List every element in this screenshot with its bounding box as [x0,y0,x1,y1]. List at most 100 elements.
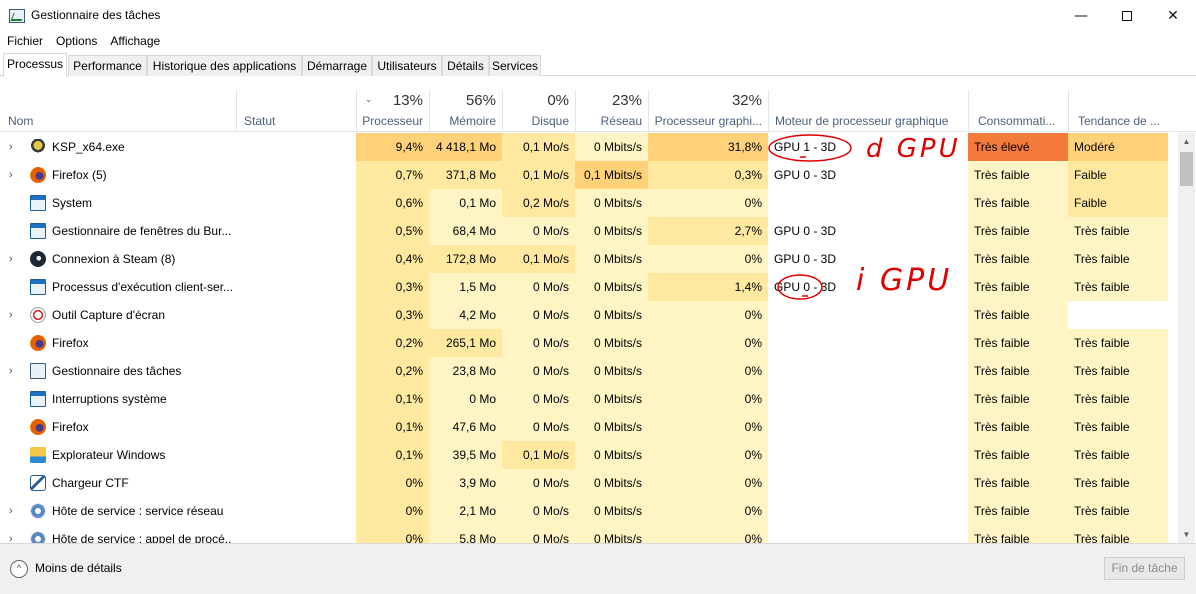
vertical-scrollbar[interactable]: ▲ ▼ [1178,133,1195,543]
cell-disk: 0 Mo/s [502,301,575,329]
scroll-down-icon[interactable]: ▼ [1178,526,1195,543]
minimize-button[interactable]: — [1058,0,1104,31]
column-header-gpu-engine[interactable]: Moteur de processeur graphique [768,90,968,132]
cell-gpu: 0% [648,357,768,385]
cell-gpu: 1,4% [648,273,768,301]
cell-cpu: 0,2% [356,329,429,357]
table-row[interactable]: Processus d'exécution client-ser... 0,3% 1… [0,273,1178,301]
process-name: Outil Capture d'écran [52,308,166,322]
cell-network: 0 Mbits/s [575,189,648,217]
process-name: Hôte de service : appel de procé... [52,532,232,543]
process-name: Gestionnaire de fenêtres du Bur... [52,224,232,238]
cell-gpu-engine [768,329,968,357]
tab-processus[interactable]: Processus [3,53,67,77]
cell-gpu-engine: GPU 0 - 3D [774,168,837,182]
gpu-total-percent: 32% [731,92,762,109]
menu-affichage[interactable]: Affichage [103,31,166,51]
cell-gpu-engine [768,357,968,385]
column-header-power-trend[interactable]: Tendance de ... [1068,90,1168,132]
table-row[interactable]: Firefox 0,2% 265,1 Mo 0 Mo/s 0 Mbits/s 0% Très… [0,329,1178,357]
table-row[interactable]: › KSP_x64.exe 9,4% 4 418,1 Mo 0,1 Mo/s 0 Mbit… [0,133,1178,161]
cell-power: Très faible [968,245,1068,273]
maximize-button[interactable] [1104,0,1150,31]
column-header-row: Nom Statut ⌄ 13% Processeur 56% Mémoire … [0,76,1196,132]
cell-memory: 5,8 Mo [429,525,502,543]
tab-services[interactable]: Services [489,55,541,76]
menu-options[interactable]: Options [49,31,103,51]
table-row[interactable]: › Connexion à Steam (8) 0,4% 172,8 Mo 0,1 Mo… [0,245,1178,273]
cell-disk: 0 Mo/s [502,413,575,441]
cell-network: 0 Mbits/s [575,329,648,357]
column-header-name[interactable]: Nom [0,90,236,132]
cell-gpu-engine [768,301,968,329]
ksp-icon [30,139,46,155]
cell-gpu: 0% [648,301,768,329]
cell-gpu-engine [768,525,968,543]
cell-memory: 39,5 Mo [429,441,502,469]
table-row[interactable]: Gestionnaire de fenêtres du Bur... 0,5% 68… [0,217,1178,245]
system-icon [30,195,46,211]
menu-fichier[interactable]: Fichier [0,31,49,51]
cell-gpu-engine: GPU 0 - 3D [774,224,837,238]
cell-memory: 1,5 Mo [429,273,502,301]
expand-chevron-icon[interactable]: › [9,497,13,525]
table-row[interactable]: › Firefox (5) 0,7% 371,8 Mo 0,1 Mo/s 0,1 Mbit… [0,161,1178,189]
table-row[interactable]: › Hôte de service : service réseau 0% 2,1 M… [0,497,1178,525]
process-status [236,357,356,385]
cell-gpu-engine [768,441,968,469]
process-status [236,497,356,525]
column-header-gpu[interactable]: 32% Processeur graphi... [648,90,768,132]
close-button[interactable]: ✕ [1150,0,1196,31]
process-status [236,525,356,543]
menu-bar: Fichier Options Affichage [0,31,1196,51]
end-task-button[interactable]: Fin de tâche [1104,557,1185,580]
table-row[interactable]: System 0,6% 0,1 Mo 0,2 Mo/s 0 Mbits/s 0% Très … [0,189,1178,217]
explorer-icon [30,447,46,463]
collapse-chevron-icon[interactable]: ^ [10,560,28,578]
cell-memory: 4,2 Mo [429,301,502,329]
table-row[interactable]: › Outil Capture d'écran 0,3% 4,2 Mo 0 Mo/s 0 … [0,301,1178,329]
memory-total-percent: 56% [465,92,496,109]
cell-gpu-engine [768,189,968,217]
process-status [236,273,356,301]
steam-icon [30,251,46,267]
less-details-link[interactable]: Moins de détails [35,561,122,575]
cell-power-trend: Très faible [1068,497,1168,525]
tab-historique[interactable]: Historique des applications [147,55,302,76]
cell-cpu: 0,1% [356,413,429,441]
cell-network: 0 Mbits/s [575,357,648,385]
tab-details[interactable]: Détails [442,55,489,76]
cell-gpu: 0% [648,413,768,441]
column-header-power[interactable]: Consommati... [968,90,1068,132]
expand-chevron-icon[interactable]: › [9,301,13,329]
column-header-disk[interactable]: 0% Disque [502,90,575,132]
expand-chevron-icon[interactable]: › [9,161,13,189]
expand-chevron-icon[interactable]: › [9,245,13,273]
table-row[interactable]: › Gestionnaire des tâches 0,2% 23,8 Mo 0 Mo/… [0,357,1178,385]
footer-bar: ^ Moins de détails Fin de tâche [0,543,1196,594]
table-row[interactable]: Explorateur Windows 0,1% 39,5 Mo 0,1 Mo/s 0 … [0,441,1178,469]
column-header-memory[interactable]: 56% Mémoire [429,90,502,132]
process-name: Chargeur CTF [52,476,129,490]
table-row[interactable]: Interruptions système 0,1% 0 Mo 0 Mo/s 0 Mbi… [0,385,1178,413]
expand-chevron-icon[interactable]: › [9,525,13,543]
process-name: Hôte de service : service réseau [52,504,224,518]
cell-cpu: 0% [356,525,429,543]
ctf-loader-icon [30,475,46,491]
tab-demarrage[interactable]: Démarrage [302,55,372,76]
scrollbar-thumb[interactable] [1180,152,1193,186]
table-row[interactable]: › Hôte de service : appel de procé... 0% 5,… [0,525,1178,543]
process-status [236,245,356,273]
tab-utilisateurs[interactable]: Utilisateurs [372,55,442,76]
column-header-cpu[interactable]: ⌄ 13% Processeur [356,90,429,132]
expand-chevron-icon[interactable]: › [9,357,13,385]
tab-performance[interactable]: Performance [68,55,147,76]
cell-disk: 0 Mo/s [502,273,575,301]
cell-gpu-engine [768,469,968,497]
column-header-network[interactable]: 23% Réseau [575,90,648,132]
expand-chevron-icon[interactable]: › [9,133,13,161]
column-header-status[interactable]: Statut [236,90,356,132]
table-row[interactable]: Chargeur CTF 0% 3,9 Mo 0 Mo/s 0 Mbits/s 0% Trè… [0,469,1178,497]
scroll-up-icon[interactable]: ▲ [1178,133,1195,150]
table-row[interactable]: Firefox 0,1% 47,6 Mo 0 Mo/s 0 Mbits/s 0% Très … [0,413,1178,441]
